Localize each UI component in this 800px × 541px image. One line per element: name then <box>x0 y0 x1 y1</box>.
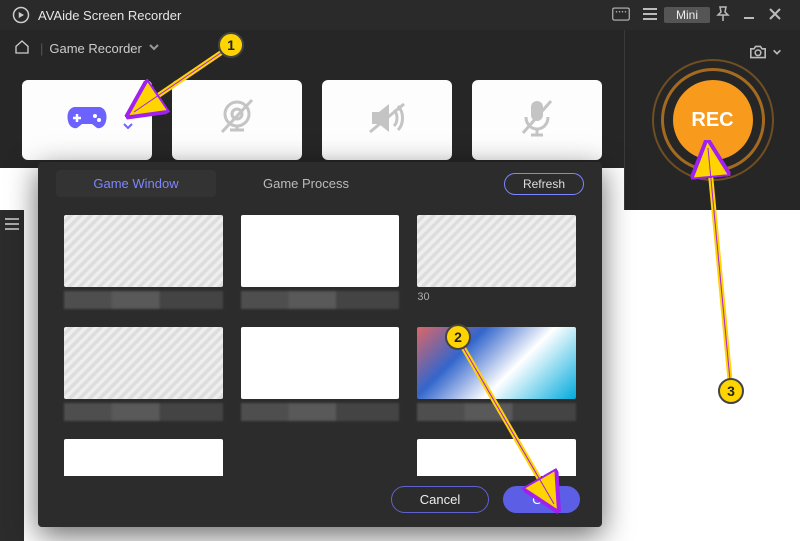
divider: | <box>40 41 43 56</box>
screenshot-button[interactable] <box>748 44 782 60</box>
window-thumbnails: 30 <box>38 205 602 476</box>
app-logo-icon <box>12 6 30 24</box>
menu-icon[interactable] <box>636 7 664 24</box>
tab-game-window[interactable]: Game Window <box>56 170 216 197</box>
chevron-down-icon[interactable] <box>148 41 160 56</box>
refresh-button[interactable]: Refresh <box>504 173 584 195</box>
record-button[interactable]: REC <box>673 80 753 160</box>
tab-game-process[interactable]: Game Process <box>226 170 386 197</box>
game-select-popup: Game Window Game Process Refresh 30 Canc… <box>38 162 602 527</box>
window-item[interactable] <box>64 439 223 476</box>
record-panel: REC <box>624 30 800 210</box>
mic-off-icon <box>519 97 555 144</box>
background-area <box>620 210 800 541</box>
close-button[interactable] <box>762 7 788 24</box>
window-item[interactable] <box>417 327 576 421</box>
window-item[interactable] <box>417 439 576 476</box>
source-card-row <box>0 66 624 168</box>
keyboard-icon[interactable] <box>606 7 636 24</box>
webcam-off-icon <box>216 98 258 143</box>
minimize-button[interactable] <box>736 7 762 24</box>
speaker-off-icon <box>366 100 408 141</box>
ok-button[interactable]: OK <box>503 486 580 513</box>
cancel-button[interactable]: Cancel <box>391 486 489 513</box>
mode-label[interactable]: Game Recorder <box>49 41 141 56</box>
window-item[interactable] <box>64 215 223 309</box>
window-item[interactable]: 30 <box>417 215 576 309</box>
pin-icon[interactable] <box>710 6 736 25</box>
webcam-card[interactable] <box>172 80 302 160</box>
home-icon[interactable] <box>14 39 30 58</box>
mic-card[interactable] <box>472 80 602 160</box>
window-item[interactable] <box>241 327 400 421</box>
window-item[interactable] <box>241 215 400 309</box>
app-title: AVAide Screen Recorder <box>38 8 181 23</box>
titlebar: AVAide Screen Recorder Mini <box>0 0 800 30</box>
window-item[interactable] <box>64 327 223 421</box>
chevron-down-icon[interactable] <box>122 120 134 135</box>
speaker-card[interactable] <box>322 80 452 160</box>
side-menu-icon[interactable] <box>0 210 24 541</box>
game-controller-icon <box>65 103 109 138</box>
mini-mode-button[interactable]: Mini <box>664 7 710 23</box>
game-source-card[interactable] <box>22 80 152 160</box>
